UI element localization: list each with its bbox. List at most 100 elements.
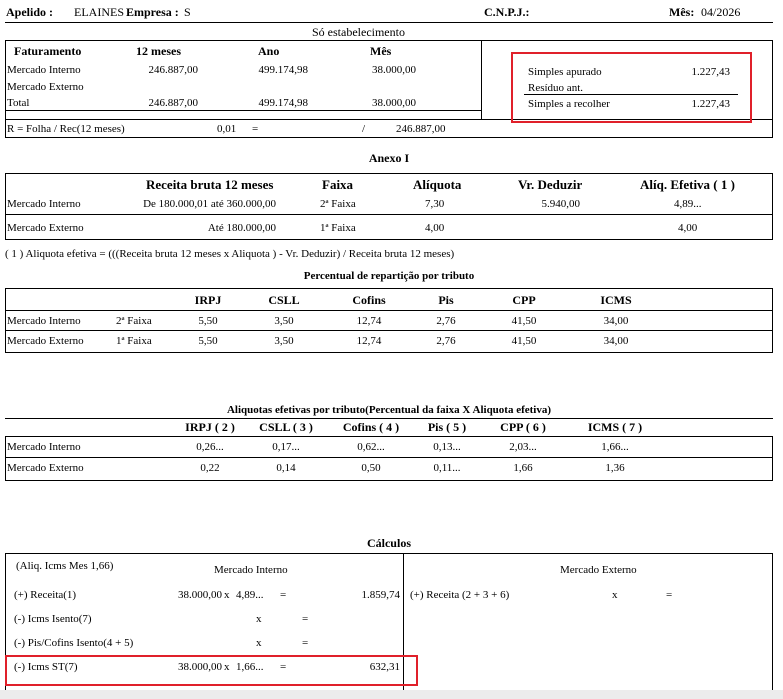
rep-header-cofins: Cofins — [352, 293, 386, 307]
ef-header-irpj: IRPJ ( 2 ) — [185, 420, 235, 434]
anexo-faixa: 2ª Faixa — [320, 198, 356, 210]
ef-irpj: 0,22 — [200, 462, 220, 474]
total-rule — [5, 110, 481, 111]
ef-row-label: Mercado Interno — [7, 441, 81, 453]
ef-pis: 0,13... — [433, 441, 461, 453]
rep-csll: 3,50 — [274, 335, 294, 347]
r-label: R = Folha / Rec(12 meses) — [7, 123, 125, 135]
rep-csll: 3,50 — [274, 315, 294, 327]
ef-pis: 0,11... — [433, 462, 461, 474]
rep-header-csll: CSLL — [268, 293, 300, 307]
me-row-label: (+) Receita (2 + 3 + 6) — [410, 589, 510, 601]
anexo-header-faixa: Faixa — [322, 177, 354, 192]
fat-12m-value: 246.887,00 — [148, 64, 199, 76]
mes-value: 04/2026 — [701, 5, 741, 19]
rep-cpp: 41,50 — [511, 315, 537, 327]
ef-header-cpp: CPP ( 6 ) — [500, 420, 546, 434]
apelido-value: ELAINES — [74, 5, 124, 19]
rep-row-faixa: 2ª Faixa — [116, 315, 152, 327]
calc-row-label: (-) Icms Isento(7) — [14, 613, 92, 625]
anexo-receita: Até 180.000,00 — [207, 222, 276, 234]
ef-icms: 1,66... — [601, 441, 629, 453]
reparticao-title: Percentual de repartição por tributo — [303, 270, 475, 282]
ef-irpj: 0,26... — [196, 441, 224, 453]
anexo-faixa: 1ª Faixa — [320, 222, 356, 234]
anexo-header-aliquota: Alíquota — [413, 177, 462, 192]
mes-label: Mês: — [669, 5, 695, 19]
anexo-note: ( 1 ) Aliquota efetiva = (((Receita brut… — [5, 248, 455, 260]
calc-x: x — [256, 637, 262, 649]
rep-pis: 2,76 — [436, 335, 456, 347]
rep-header-pis: Pis — [438, 293, 454, 307]
ef-header-cofins: Cofins ( 4 ) — [342, 420, 400, 434]
rep-pis: 2,76 — [436, 315, 456, 327]
calc-res: 1.859,74 — [361, 589, 401, 601]
calc-a: 38.000,00 — [178, 589, 222, 601]
anexo-efetiva: 4,00 — [678, 222, 698, 234]
r-slash: / — [362, 123, 366, 135]
highlight-simples — [511, 52, 752, 123]
fat-12m-value: 246.887,00 — [148, 97, 199, 109]
anexo-header-efetiva: Alíq. Efetiva ( 1 ) — [640, 177, 735, 192]
calc-eq: = — [280, 589, 287, 601]
me-header: Mercado Externo — [560, 564, 637, 576]
rep-row-faixa: 1ª Faixa — [116, 335, 152, 347]
r-value: 0,01 — [217, 123, 237, 135]
calc-row-label: (-) Pis/Cofins Isento(4 + 5) — [14, 637, 134, 649]
calc-eq: = — [302, 637, 309, 649]
ef-header-csll: CSLL ( 3 ) — [259, 420, 313, 434]
rep-header-rule — [5, 310, 773, 311]
rep-header-cpp: CPP — [512, 293, 536, 307]
fat-row-label: Mercado Externo — [7, 81, 84, 93]
subtitle: Só estabelecimento — [312, 25, 405, 39]
rep-row-label: Mercado Interno — [7, 315, 81, 327]
anexo-header-receita: Receita bruta 12 meses — [146, 177, 274, 192]
fat-ano-value: 499.174,98 — [258, 97, 309, 109]
ef-cpp: 1,66 — [513, 462, 533, 474]
rep-irpj: 5,50 — [198, 335, 218, 347]
anexo-aliquota: 7,30 — [425, 198, 445, 210]
ef-cofins: 0,62... — [357, 441, 385, 453]
anexo-aliquota: 4,00 — [425, 222, 445, 234]
fat-mes-value: 38.000,00 — [372, 97, 416, 109]
horizontal-scrollbar[interactable] — [0, 690, 783, 699]
fat-row-label: Total — [7, 97, 30, 109]
empresa-label: Empresa : — [126, 5, 179, 19]
apelido-label: Apelido : — [6, 5, 54, 19]
ef-csll: 0,17... — [272, 441, 300, 453]
highlight-icms-st — [5, 655, 418, 686]
ef-row-label: Mercado Externo — [7, 462, 84, 474]
rep-icms: 34,00 — [603, 315, 629, 327]
fat-row-label: Mercado Interno — [7, 64, 81, 76]
anexo-row-rule — [5, 214, 773, 215]
rep-header-irpj: IRPJ — [194, 293, 222, 307]
ef-row-rule — [5, 457, 773, 458]
calc-b: 4,89... — [236, 589, 264, 601]
ef-csll: 0,14 — [276, 462, 296, 474]
header-rule — [5, 22, 773, 23]
ef-icms: 1,36 — [605, 462, 625, 474]
calculos-title: Cálculos — [366, 536, 411, 550]
calc-eq: = — [302, 613, 309, 625]
anexo-header-deduzir: Vr. Deduzir — [518, 177, 583, 192]
anexo-efetiva: 4,89... — [674, 198, 702, 210]
mi-header: Mercado Interno — [214, 564, 288, 576]
rep-icms: 34,00 — [603, 335, 629, 347]
cnpj-label: C.N.P.J.: — [484, 5, 530, 19]
rep-cpp: 41,50 — [511, 335, 537, 347]
ef-cofins: 0,50 — [361, 462, 381, 474]
fat-header-12m: 12 meses — [136, 44, 181, 58]
fat-header-label: Faturamento — [14, 44, 82, 58]
r-equals: = — [252, 123, 259, 135]
fat-ano-value: 499.174,98 — [258, 64, 309, 76]
rep-cofins: 12,74 — [356, 335, 382, 347]
calc-row-label: (+) Receita(1) — [14, 589, 77, 601]
rep-row-label: Mercado Externo — [7, 335, 84, 347]
r-denominator: 246.887,00 — [396, 123, 446, 135]
fat-mes-value: 38.000,00 — [372, 64, 416, 76]
anexo-row-label: Mercado Externo — [7, 222, 84, 234]
ef-header-icms: ICMS ( 7 ) — [587, 420, 643, 434]
rep-row-rule — [5, 330, 773, 331]
me-eq: = — [666, 589, 673, 601]
anexo-receita: De 180.000,01 até 360.000,00 — [143, 198, 276, 210]
